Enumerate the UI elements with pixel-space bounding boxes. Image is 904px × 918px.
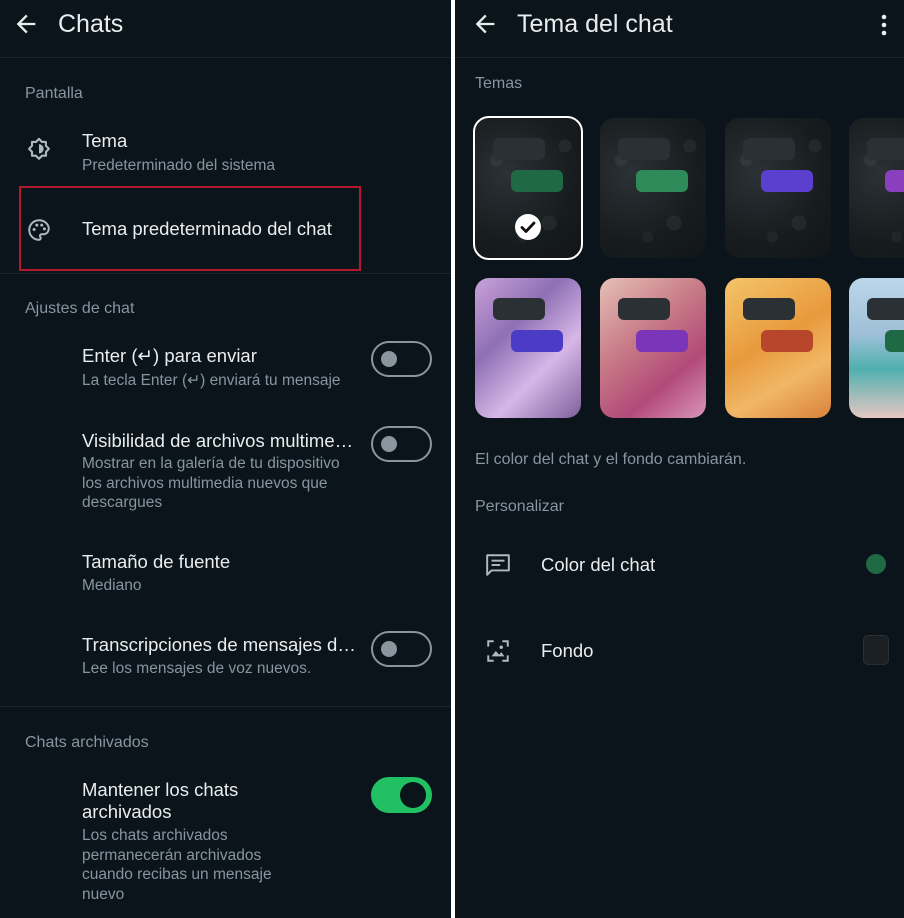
incoming-bubble-preview <box>493 298 545 320</box>
enter-to-send-title: Enter (↵) para enviar <box>82 345 257 366</box>
section-label-customize: Personalizar <box>475 498 564 515</box>
toggle-knob <box>400 782 426 808</box>
title-line: archivados <box>82 801 172 822</box>
voice-transcripts-setting[interactable]: Transcripciones de mensajes d… Lee los m… <box>0 625 451 685</box>
subtitle-line: cuando recibas un mensaje <box>82 866 272 883</box>
theme-option[interactable] <box>600 278 706 418</box>
incoming-bubble-preview <box>743 298 795 320</box>
section-label-archived: Chats archivados <box>25 734 149 751</box>
section-label-chat-settings: Ajustes de chat <box>25 300 135 317</box>
subtitle-line: Mostrar en la galería de tu dispositivo <box>82 455 340 472</box>
outgoing-bubble-preview <box>511 330 563 352</box>
page-title: Tema del chat <box>517 10 673 38</box>
incoming-bubble-preview <box>618 138 670 160</box>
subtitle-line: los archivos multimedia nuevos que <box>82 474 328 492</box>
subtitle-line: nuevo <box>82 885 125 903</box>
enter-to-send-toggle[interactable] <box>371 341 432 377</box>
subtitle-line: descargues <box>82 494 163 511</box>
incoming-bubble-preview <box>867 138 904 160</box>
right-top-bar: Tema del chat <box>455 0 904 52</box>
wallpaper-label: Fondo <box>541 640 594 661</box>
title-line: Mantener los chats <box>82 779 239 800</box>
outgoing-bubble-preview <box>761 170 813 192</box>
toggle-knob <box>381 436 397 452</box>
theme-setting[interactable]: Tema Predeterminado del sistema <box>0 120 451 182</box>
chat-bubble-icon <box>486 554 510 576</box>
voice-transcripts-title: Transcripciones de mensajes d… <box>82 634 356 655</box>
theme-title: Tema <box>82 130 128 151</box>
page-title: Chats <box>58 10 124 38</box>
subtitle-line: permanecerán archivados <box>82 846 262 864</box>
keep-archived-title: Mantener los chats archivados <box>82 779 238 823</box>
incoming-bubble-preview <box>867 298 904 320</box>
highlight-box <box>19 186 361 271</box>
voice-transcripts-toggle[interactable] <box>371 631 432 667</box>
more-options-icon[interactable] <box>876 12 892 38</box>
left-top-bar: Chats <box>0 0 451 52</box>
outgoing-bubble-preview <box>885 170 904 192</box>
wallpaper-preview <box>863 635 889 665</box>
theme-option[interactable] <box>725 118 831 258</box>
theme-option[interactable] <box>849 278 904 418</box>
media-visibility-title: Visibilidad de archivos multime… <box>82 430 354 451</box>
outgoing-bubble-preview <box>636 330 688 352</box>
chat-theme-pane: Tema del chat Temas El color del chat y … <box>455 0 904 918</box>
enter-to-send-setting[interactable]: Enter (↵) para enviar La tecla Enter (↵)… <box>0 335 451 397</box>
outgoing-bubble-preview <box>636 170 688 192</box>
divider <box>0 273 451 274</box>
enter-to-send-subtitle: La tecla Enter (↵) enviará tu mensaje <box>82 372 341 389</box>
chat-color-swatch <box>866 554 886 574</box>
incoming-bubble-preview <box>618 298 670 320</box>
font-size-value: Mediano <box>82 577 142 594</box>
theme-option[interactable] <box>475 278 581 418</box>
checkmark-icon <box>515 214 541 240</box>
chats-settings-pane: Chats Pantalla Tema Predeterminado del s… <box>0 0 451 918</box>
theme-option[interactable] <box>600 118 706 258</box>
back-arrow-icon[interactable] <box>471 10 499 38</box>
keep-archived-subtitle: Los chats archivados permanecerán archiv… <box>82 826 272 904</box>
divider <box>455 57 904 58</box>
wallpaper-setting[interactable]: Fondo <box>455 620 904 680</box>
outgoing-bubble-preview <box>885 330 904 352</box>
font-size-title: Tamaño de fuente <box>82 551 231 572</box>
font-size-setting[interactable]: Tamaño de fuente Mediano <box>0 541 451 603</box>
incoming-bubble-preview <box>493 138 545 160</box>
outgoing-bubble-preview <box>511 170 563 192</box>
keep-archived-setting[interactable]: Mantener los chats archivados Los chats … <box>0 770 451 910</box>
theme-option[interactable] <box>725 278 831 418</box>
theme-option[interactable] <box>849 118 904 258</box>
voice-transcripts-subtitle: Lee los mensajes de voz nuevos. <box>82 660 312 677</box>
brightness-icon <box>28 137 50 160</box>
chat-color-label: Color del chat <box>541 554 656 575</box>
toggle-knob <box>381 641 397 657</box>
divider <box>0 57 451 58</box>
media-visibility-setting[interactable]: Visibilidad de archivos multime… Mostrar… <box>0 420 451 520</box>
media-visibility-subtitle: Mostrar en la galería de tu dispositivo … <box>82 454 340 513</box>
section-label-display: Pantalla <box>25 85 83 102</box>
toggle-knob <box>381 351 397 367</box>
section-label-themes: Temas <box>475 75 523 92</box>
divider <box>0 706 451 707</box>
theme-subtitle: Predeterminado del sistema <box>82 157 275 174</box>
subtitle-line: Los chats archivados <box>82 827 228 844</box>
back-arrow-icon[interactable] <box>12 10 40 38</box>
chat-color-setting[interactable]: Color del chat <box>455 535 904 595</box>
theme-option[interactable] <box>473 116 583 260</box>
themes-note: El color del chat y el fondo cambiarán. <box>475 451 747 468</box>
media-visibility-toggle[interactable] <box>371 426 432 462</box>
wallpaper-icon <box>487 640 509 662</box>
keep-archived-toggle[interactable] <box>371 777 432 813</box>
incoming-bubble-preview <box>743 138 795 160</box>
outgoing-bubble-preview <box>761 330 813 352</box>
